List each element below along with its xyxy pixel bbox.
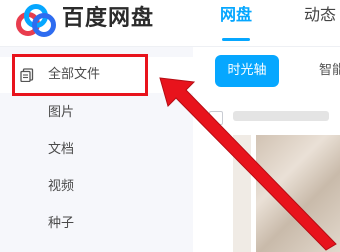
sidebar-item-label: 视频 (48, 179, 75, 194)
brand-name: 百度网盘 (62, 6, 155, 31)
sidebar-item-videos[interactable]: 视频 (0, 169, 193, 205)
tab-netdisk[interactable]: 网盘 (220, 3, 252, 27)
tab-activity[interactable]: 动态 (304, 3, 336, 27)
top-header: 百度网盘 网盘 动态 (0, 0, 340, 47)
smart-filter-button[interactable]: 智能 (319, 55, 340, 87)
blurred-date-text (233, 111, 329, 121)
tab-active-indicator (222, 38, 250, 41)
sidebar-item-label: 图片 (48, 105, 75, 120)
sidebar-item-images[interactable]: 图片 (0, 95, 193, 131)
select-checkbox[interactable] (209, 111, 223, 125)
annotation-highlight-box (12, 54, 148, 96)
sidebar-item-label: 种子 (48, 216, 75, 231)
baidu-netdisk-logo-icon[interactable] (14, 4, 58, 40)
photo-thumbnail[interactable] (256, 135, 340, 252)
sidebar-item-documents[interactable]: 文档 (0, 132, 193, 168)
timeline-filter-button[interactable]: 时光轴 (215, 55, 279, 87)
main-content: 时光轴 智能 (193, 47, 340, 252)
blurred-thumbnail-edge (233, 135, 251, 252)
sidebar-item-torrents[interactable]: 种子 (0, 206, 193, 242)
sidebar-item-label: 文档 (48, 142, 75, 157)
